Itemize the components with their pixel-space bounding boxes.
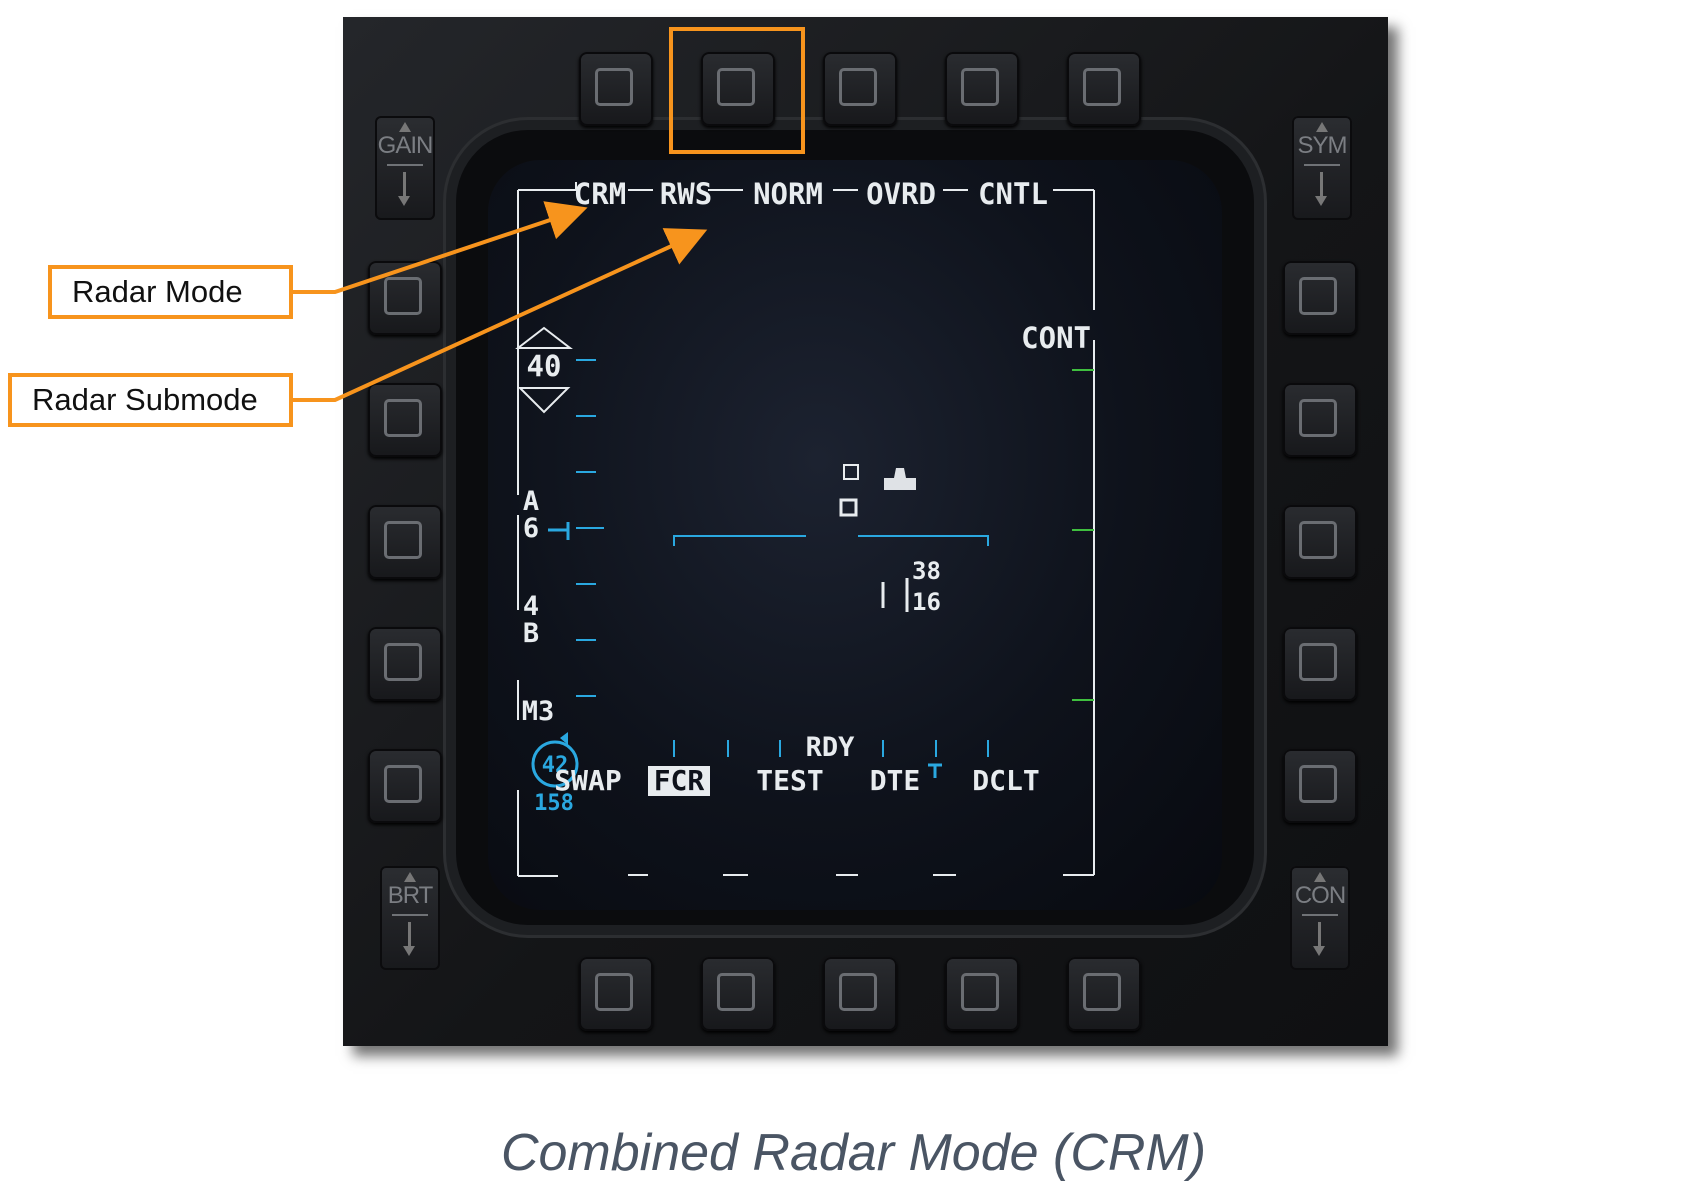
- radar-submode-arrow: [293, 228, 708, 402]
- callout-arrows: [293, 201, 708, 402]
- radar-mode-arrow: [293, 201, 588, 294]
- figure-caption: Combined Radar Mode (CRM): [500, 1124, 1207, 1182]
